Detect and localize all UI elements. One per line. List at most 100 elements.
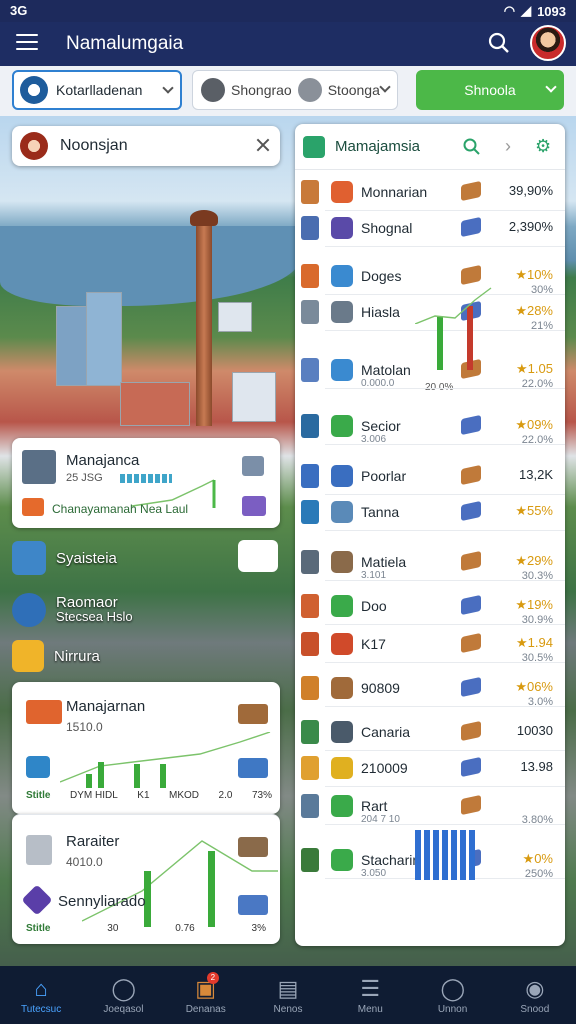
avatar[interactable] xyxy=(530,25,566,61)
row-label: Tanna xyxy=(361,504,400,520)
filter-chip-a[interactable]: Shongrao xyxy=(231,82,292,98)
link-nirrura[interactable]: Nirrura xyxy=(12,638,100,674)
row-thumbnail xyxy=(301,632,319,656)
row-thumbnail xyxy=(301,464,319,488)
row-thumbnail xyxy=(301,720,319,744)
chart-bar xyxy=(160,764,166,788)
stats-card-1-title: Manajarnan xyxy=(66,698,146,715)
signal-icon: ◢ xyxy=(521,3,532,18)
link-raomaor[interactable]: Raomaor Stecsea Hslo xyxy=(12,590,133,630)
filter-chip-b[interactable]: Stoonga xyxy=(328,82,380,98)
chevron-right-icon[interactable]: › xyxy=(505,136,511,157)
footer-cell: 73% xyxy=(251,790,272,801)
row-thumbnail xyxy=(301,848,319,872)
location-card[interactable]: Noonsjan xyxy=(12,126,280,166)
app-bar: Namalumgaia xyxy=(0,22,576,66)
folder-icon xyxy=(22,498,44,516)
box-blue-icon xyxy=(238,758,268,778)
row-icon xyxy=(331,721,353,743)
row-label: Hiasla xyxy=(361,304,400,320)
nav-item-4[interactable]: ☰ Menu xyxy=(329,966,411,1024)
panel-row[interactable]: Poorlar 13,2K xyxy=(295,458,565,494)
panel-row[interactable]: Doo ★19% 30.9% xyxy=(295,588,565,626)
search-icon[interactable] xyxy=(488,32,510,54)
panel-row[interactable]: Canaria 10030 xyxy=(295,714,565,750)
row-value: 13.98 xyxy=(520,759,553,774)
panel-row[interactable]: Matolan0.000.020 0%★1.0522.0% xyxy=(295,352,565,393)
row-divider xyxy=(325,662,565,663)
row-value: ★28% xyxy=(515,303,553,318)
panel-row[interactable]: K17 ★1.94 30.5% xyxy=(295,626,565,664)
row-icon xyxy=(331,265,353,287)
row-value: ★1.94 xyxy=(516,635,553,650)
nav-item-3[interactable]: ▤ Nenos xyxy=(247,966,329,1024)
row-value: ★09% xyxy=(515,417,553,432)
row-icon xyxy=(331,757,353,779)
chart-icon xyxy=(26,756,50,778)
row-icon xyxy=(331,301,353,323)
panel-row[interactable]: Tanna ★55% xyxy=(295,494,565,530)
stats-card-1[interactable]: Manajarnan 1510.0 Stitle DYM HIDL K1 MKO… xyxy=(12,682,280,814)
management-card[interactable]: Manajanca 25 JSG Chanayamanah Nea Laul xyxy=(12,438,280,528)
row-box-icon xyxy=(461,794,481,816)
row-thumbnail xyxy=(301,180,319,204)
search-icon[interactable] xyxy=(463,138,481,156)
row-box-icon xyxy=(461,550,481,572)
footer-cell: Stitle xyxy=(26,790,51,801)
row-box-icon xyxy=(461,594,481,616)
panel-row[interactable]: Matiela 3.101 ★29% 30.3% xyxy=(295,544,565,582)
wifi-icon: ◠ xyxy=(503,3,516,18)
diamond-icon xyxy=(21,884,53,916)
row-value: ★10% xyxy=(515,267,553,282)
nav-label: Joeqasol xyxy=(103,1004,144,1015)
location-select[interactable]: Kotarlladenan xyxy=(12,70,182,110)
row-label: Canaria xyxy=(361,724,411,740)
row-thumbnail xyxy=(301,594,319,618)
link-syaisteia[interactable]: Syaisteia xyxy=(12,540,117,576)
row-icon xyxy=(331,359,353,381)
leaf-icon[interactable] xyxy=(238,540,278,572)
settings-icon[interactable]: ⚙ xyxy=(535,136,551,157)
news-icon: ▤ xyxy=(277,976,299,1001)
hamburger-menu-icon[interactable] xyxy=(16,34,38,52)
row-divider xyxy=(325,786,565,787)
row-icon xyxy=(331,465,353,487)
row-thumbnail xyxy=(301,676,319,700)
shield-icon xyxy=(12,593,46,627)
stats-card-1-footer: Stitle DYM HIDL K1 MKOD 2.0 73% xyxy=(26,790,272,801)
footer-cell: DYM HIDL xyxy=(69,790,118,801)
nav-label: Snood xyxy=(520,1004,550,1015)
nav-item-6[interactable]: ◉ Snood xyxy=(494,966,576,1024)
stats-card-2[interactable]: Raraiter 4010.0 Sennyliarado Stitle 30 0… xyxy=(12,814,280,944)
notification-badge: 2 xyxy=(206,972,219,984)
filter-chip-group[interactable]: Shongrao Stoonga xyxy=(192,70,398,110)
row-value: 39,90% xyxy=(508,183,553,198)
close-icon[interactable] xyxy=(256,138,270,152)
register-icon xyxy=(26,835,52,865)
panel-row[interactable]: Rart 204 7 10 3.80% xyxy=(295,788,565,826)
panel-row[interactable]: Shognal 2,390% xyxy=(295,210,565,246)
panel-row[interactable]: 90809 ★06% 3.0% xyxy=(295,670,565,708)
panel-row[interactable]: Secior 3.006 ★09% 22.0% xyxy=(295,408,565,446)
nav-item-0[interactable]: ⌂ Tutecsuc xyxy=(0,966,82,1024)
panel-title: Mamajamsia xyxy=(335,138,421,155)
nav-item-2[interactable]: ▣ 2 Denanas xyxy=(165,966,247,1024)
row-divider xyxy=(325,444,565,445)
footer-cell: 3% xyxy=(251,923,266,934)
panel-row[interactable]: Monnarian 39,90% xyxy=(295,174,565,210)
row-label: K17 xyxy=(361,636,386,652)
row-box-icon xyxy=(461,720,481,742)
management-panel: Mamajamsia › ⚙ Monnarian 39,90% Shognal 2,3… xyxy=(295,124,565,946)
row-icon xyxy=(331,633,353,655)
footer-cell: Stitle xyxy=(26,923,51,934)
primary-select[interactable]: Shnoola xyxy=(416,70,564,110)
panel-row[interactable]: 210009 13.98 xyxy=(295,750,565,786)
status-right: ◠ ◢ 1093 xyxy=(504,3,566,19)
location-select-label: Kotarlladenan xyxy=(56,82,143,98)
row-box-icon xyxy=(461,464,481,486)
nav-item-5[interactable]: ◯ Unnon xyxy=(411,966,493,1024)
nav-item-1[interactable]: ◯ Joeqasol xyxy=(82,966,164,1024)
row-divider xyxy=(325,706,565,707)
row-thumbnail xyxy=(301,216,319,240)
row-thumbnail xyxy=(301,358,319,382)
